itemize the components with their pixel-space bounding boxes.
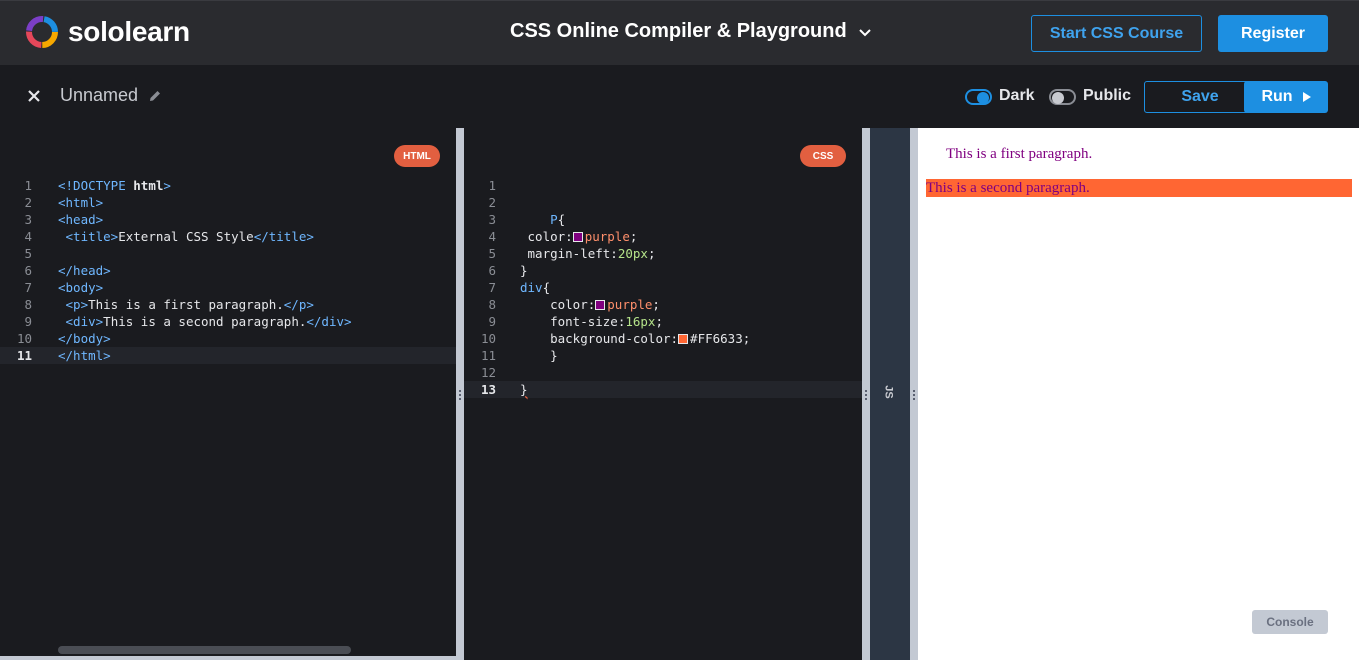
bottom-edge [0,656,456,660]
dark-mode-toggle[interactable] [965,89,992,105]
code-line-active: 13} [464,381,862,398]
code-line: 9 <div>This is a second paragraph.</div> [24,314,352,329]
brand-logo[interactable]: sololearn [24,14,190,50]
play-icon [1302,92,1311,102]
html-badge[interactable]: HTML [394,145,440,167]
public-label: Public [1083,87,1132,104]
code-line: 2 <html> [24,195,104,210]
toggle-knob [977,92,989,104]
start-css-course-button[interactable]: Start CSS Course [1031,15,1202,52]
css-code[interactable]: 1 2 3 P{ 4 color: purple; 5 margin-left:2… [464,177,862,398]
chevron-down-icon [859,28,871,36]
color-swatch[interactable] [678,334,689,344]
code-line: 3 P{ [488,212,566,227]
code-line: 6 </head> [24,263,111,278]
code-line: 12 [480,365,496,380]
project-name[interactable]: Unnamed [60,85,138,106]
code-line: 7 div{ [488,280,551,295]
code-line: 8 color: purple; [488,297,660,312]
code-line: 4 <title>External CSS Style</title> [24,229,314,244]
code-line: 10 background-color: #FF6633; [480,331,751,346]
css-editor[interactable]: CSS 1 2 3 P{ 4 color: purple; 5 margin-le… [464,128,862,660]
pane-resize-handle[interactable] [862,128,870,660]
output-preview: This is a first paragraph. This is a sec… [918,128,1359,660]
css-badge[interactable]: CSS [800,145,846,167]
save-button[interactable]: Save [1144,81,1256,113]
register-button[interactable]: Register [1218,15,1328,52]
js-editor-collapsed[interactable]: JS [870,128,910,660]
horizontal-scrollbar[interactable] [58,646,351,654]
code-line: 1 <!DOCTYPE html> [24,178,171,193]
code-line: 7 <body> [24,280,104,295]
code-line: 5 margin-left:20px; [488,246,656,261]
code-line: 4 color: purple; [488,229,638,244]
pencil-icon[interactable] [148,89,162,103]
sololearn-logo-icon [26,16,58,48]
grip-icon [459,390,461,400]
run-label: Run [1261,88,1293,105]
code-line: 10 </body> [16,331,111,346]
brand-name: sololearn [68,16,190,47]
code-line-active: 11 </html> [0,347,456,364]
page-title-dropdown[interactable]: CSS Online Compiler & Playground [510,20,873,43]
pane-resize-handle[interactable] [456,128,464,660]
pane-resize-handle[interactable] [910,128,918,660]
code-line: 2 [488,195,496,210]
color-swatch[interactable] [595,300,606,310]
console-button[interactable]: Console [1252,610,1328,634]
code-line: 8 <p>This is a first paragraph.</p> [24,297,314,312]
code-line: 11 } [480,348,558,363]
grip-icon [865,390,867,400]
color-swatch[interactable] [572,232,583,242]
code-line: 9 font-size:16px; [488,314,663,329]
code-line: 3 <head> [24,212,104,227]
editor-toolbar: Unnamed Dark Public Save Run [0,65,1359,128]
code-line: 1 [488,178,496,193]
page-title: CSS Online Compiler & Playground [510,20,847,42]
grip-icon [913,390,915,400]
close-icon[interactable] [26,88,42,104]
toggle-knob [1052,92,1064,104]
public-toggle[interactable] [1049,89,1076,105]
code-line: 6} [488,263,528,278]
code-line: 5 [24,246,32,261]
output-div: This is a second paragraph. [926,179,1352,197]
output-paragraph: This is a first paragraph. [946,146,1093,162]
dark-label: Dark [999,87,1035,104]
html-code[interactable]: 1 <!DOCTYPE html> 2 <html> 3 <head> 4 <titl… [0,177,456,364]
top-nav: sololearn CSS Online Compiler & Playgrou… [0,0,1359,65]
html-editor[interactable]: HTML 1 <!DOCTYPE html> 2 <html> 3 <head> 4 … [0,128,456,660]
run-button[interactable]: Run [1244,81,1328,113]
js-label: JS [882,385,895,399]
